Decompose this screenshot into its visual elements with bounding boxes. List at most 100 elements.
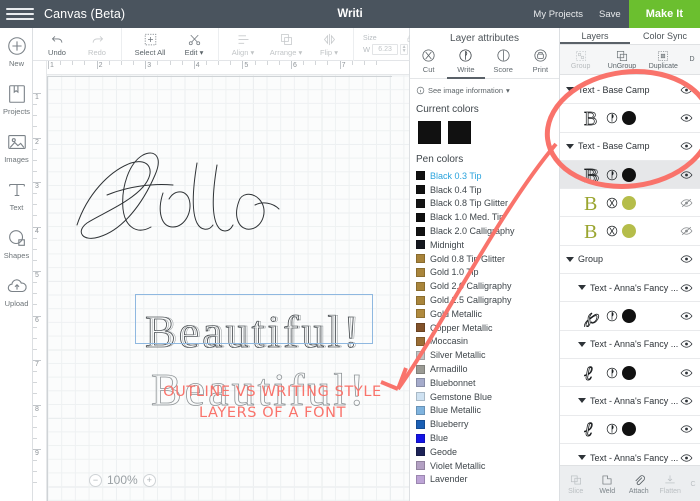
sidebar-item-projects[interactable]: Projects	[0, 83, 33, 129]
pen-color-row[interactable]: Armadillo	[416, 362, 559, 376]
layer-group-row[interactable]: Text - Anna's Fancy ...	[560, 330, 700, 359]
layer-item-row[interactable]: ℓ	[560, 415, 700, 444]
sidebar-item-new[interactable]: New	[0, 35, 33, 81]
layer-group-row[interactable]: Group	[560, 245, 700, 275]
edit-button[interactable]: Edit ▾	[174, 32, 214, 57]
pen-color-row[interactable]: Black 1.0 Med. Tip	[416, 210, 559, 224]
layer-item-row[interactable]: ℓ	[560, 358, 700, 388]
layer-group-row[interactable]: Text - Anna's Fancy ...	[560, 387, 700, 416]
write-pen-icon[interactable]	[605, 111, 619, 125]
layer-item-row[interactable]: BB	[560, 160, 700, 190]
eye-icon[interactable]	[680, 83, 693, 96]
duplicate-button[interactable]: Duplicate	[643, 45, 684, 74]
hamburger-menu-icon[interactable]	[6, 8, 34, 20]
ungroup-button[interactable]: UnGroup	[601, 45, 642, 74]
write-pen-icon[interactable]	[605, 309, 619, 323]
tab-score[interactable]: Score	[485, 47, 522, 78]
pen-color-row[interactable]: Black 0.3 Tip	[416, 169, 559, 183]
layer-item-row[interactable]: ℘	[560, 302, 700, 331]
sidebar-item-images[interactable]: Images	[0, 131, 33, 177]
caret-down-icon[interactable]	[566, 143, 574, 149]
pen-color-row[interactable]: Bluebonnet	[416, 376, 559, 390]
tab-layers[interactable]: Layers	[560, 28, 630, 44]
pen-color-row[interactable]: Gold 0.8 Tip Glitter	[416, 252, 559, 266]
write-pen-icon[interactable]	[605, 366, 619, 380]
see-image-information-link[interactable]: See image information ▾	[410, 79, 559, 100]
cut-blade-icon[interactable]	[605, 196, 619, 210]
eye-icon[interactable]	[680, 451, 693, 464]
eye-icon[interactable]	[680, 140, 693, 153]
zoom-in-button[interactable]: +	[142, 473, 156, 487]
layer-color-dot[interactable]	[622, 195, 636, 210]
layer-color-dot[interactable]	[622, 224, 636, 239]
pen-color-row[interactable]: Moccasin	[416, 335, 559, 349]
layer-item-row[interactable]: B	[560, 189, 700, 218]
pen-color-row[interactable]: Black 0.4 Tip	[416, 183, 559, 197]
layer-color-dot[interactable]	[622, 167, 636, 182]
flip-button[interactable]: Flip ▾	[309, 32, 349, 57]
eye-icon[interactable]	[680, 168, 693, 181]
my-projects-link[interactable]: My Projects	[525, 9, 591, 20]
layer-item-row[interactable]: B	[560, 217, 700, 246]
pen-color-row[interactable]: Gold 1.0 Tip	[416, 266, 559, 280]
pen-color-row[interactable]: Gold Metallic	[416, 307, 559, 321]
selection-bounding-box[interactable]	[135, 294, 373, 344]
make-it-button[interactable]: Make It	[628, 0, 700, 28]
pen-color-row[interactable]: Violet Metallic	[416, 459, 559, 473]
select-all-button[interactable]: Select All	[126, 32, 174, 57]
pen-color-row[interactable]: Blueberry	[416, 417, 559, 431]
eye-icon[interactable]	[680, 253, 693, 266]
redo-button[interactable]: Redo	[77, 32, 117, 57]
layer-color-dot[interactable]	[622, 309, 636, 324]
current-color-swatch[interactable]	[448, 121, 471, 144]
sidebar-item-text[interactable]: Text	[0, 179, 33, 225]
tab-write[interactable]: Write	[447, 47, 485, 79]
pen-color-row[interactable]: Lavender	[416, 473, 559, 487]
layers-list[interactable]: Text - Base Camp B Text - Base Camp B B B B Gro…	[560, 76, 700, 501]
eye-icon[interactable]	[680, 394, 693, 407]
caret-down-icon[interactable]	[578, 398, 586, 404]
eye-off-icon[interactable]	[680, 225, 693, 238]
arrange-button[interactable]: Arrange ▾	[263, 32, 309, 57]
slice-button[interactable]: Slice	[560, 466, 592, 501]
tab-color-sync[interactable]: Color Sync	[630, 28, 700, 44]
pen-color-row[interactable]: Black 0.8 Tip Glitter	[416, 197, 559, 211]
layer-color-dot[interactable]	[622, 422, 636, 437]
cut-blade-icon[interactable]	[605, 224, 619, 238]
group-button[interactable]: Group	[560, 45, 601, 74]
eye-off-icon[interactable]	[680, 196, 693, 209]
width-input[interactable]: 6.23	[372, 43, 399, 55]
contour-button[interactable]: C	[686, 466, 700, 501]
layer-color-dot[interactable]	[622, 110, 636, 125]
eye-icon[interactable]	[680, 310, 693, 323]
layer-group-row[interactable]: Text - Anna's Fancy ...	[560, 274, 700, 303]
zoom-out-button[interactable]: −	[89, 473, 102, 487]
attach-button[interactable]: Attach	[623, 466, 655, 501]
pen-color-row[interactable]: Black 2.0 Calligraphy	[416, 224, 559, 238]
sidebar-item-shapes[interactable]: Shapes	[0, 227, 33, 273]
weld-button[interactable]: Weld	[592, 466, 624, 501]
caret-down-icon[interactable]	[578, 455, 586, 460]
layer-group-row[interactable]: Text - Base Camp	[560, 132, 700, 161]
pen-color-row[interactable]: Gold 2.5 Calligraphy	[416, 293, 559, 307]
canvas-area[interactable]: Beautiful! Beautiful! Beautiful! 1 2 3 4 5 6 7…	[33, 61, 410, 501]
pen-color-row[interactable]: Midnight	[416, 238, 559, 252]
write-pen-icon[interactable]	[605, 422, 619, 436]
write-pen-icon[interactable]	[605, 168, 619, 182]
pen-color-row[interactable]: Blue	[416, 431, 559, 445]
caret-down-icon[interactable]	[578, 285, 586, 291]
flatten-button[interactable]: Flatten	[655, 466, 687, 501]
sidebar-item-upload[interactable]: Upload	[0, 275, 33, 321]
save-button[interactable]: Save	[591, 9, 629, 20]
eye-icon[interactable]	[680, 111, 693, 124]
caret-down-icon[interactable]	[566, 87, 574, 93]
eye-icon[interactable]	[680, 423, 693, 436]
width-stepper[interactable]: ▲ ▼	[400, 43, 409, 55]
pen-color-row[interactable]: Silver Metallic	[416, 348, 559, 362]
pen-color-row[interactable]: Blue Metallic	[416, 404, 559, 418]
pen-color-row[interactable]: Gemstone Blue	[416, 390, 559, 404]
pen-color-row[interactable]: Gold 2.0 Calligraphy	[416, 279, 559, 293]
delete-button[interactable]: D	[684, 45, 700, 74]
eye-icon[interactable]	[680, 281, 693, 294]
caret-down-icon[interactable]	[566, 256, 574, 262]
